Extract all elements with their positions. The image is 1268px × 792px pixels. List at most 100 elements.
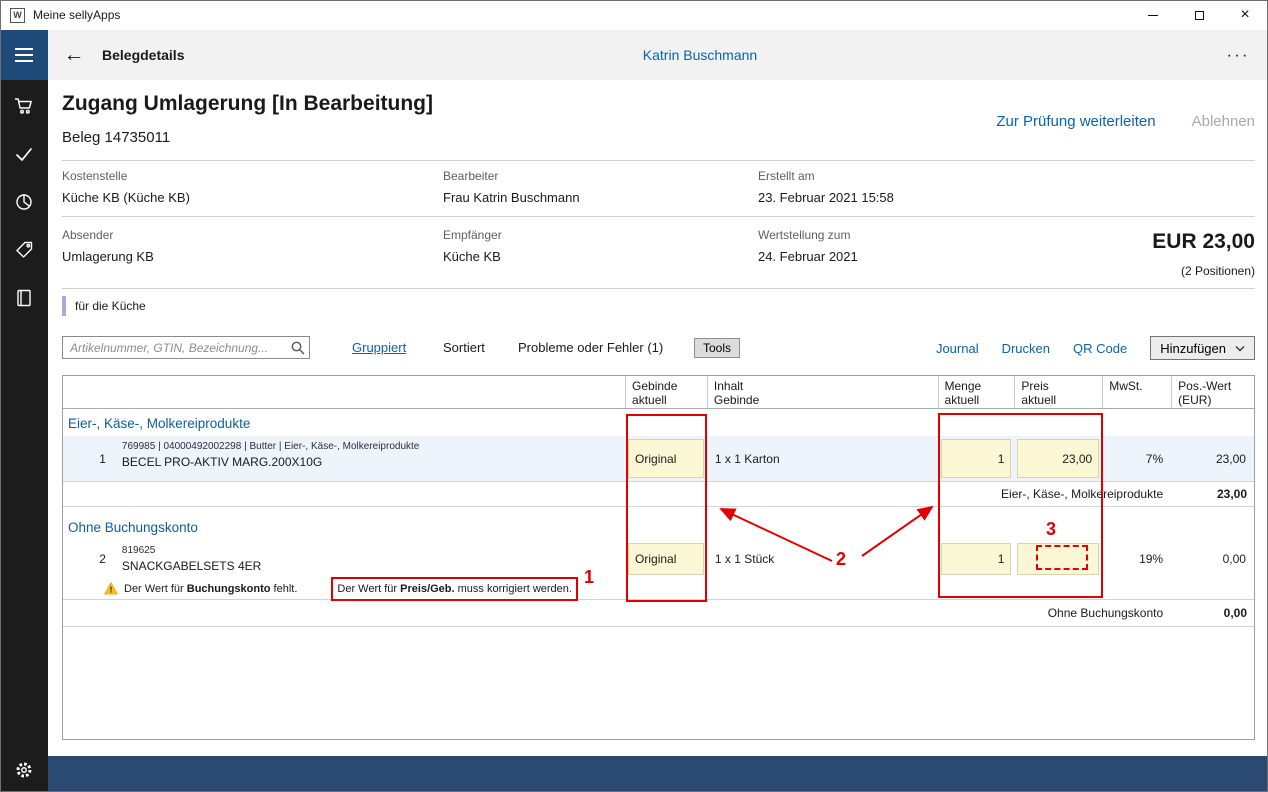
mwst-cell: 19%	[1102, 540, 1171, 578]
preis-cell-empty[interactable]	[1017, 543, 1099, 575]
field-label-erstellt-am: Erstellt am	[758, 169, 815, 183]
footer-bar	[48, 756, 1268, 792]
maximize-icon	[1195, 11, 1204, 20]
tag-icon	[14, 240, 34, 260]
gear-icon	[14, 760, 34, 780]
cart-icon	[14, 96, 34, 116]
article-meta: 769985 | 04000492002298 | Butter | Eier-…	[122, 441, 625, 452]
journal-link[interactable]: Journal	[936, 341, 979, 356]
poswert-cell: 23,00	[1171, 436, 1254, 481]
document-total: EUR 23,00	[1152, 230, 1255, 254]
mwst-cell: 7%	[1102, 436, 1171, 481]
reject-link[interactable]: Ablehnen	[1192, 110, 1255, 134]
tools-button[interactable]: Tools	[694, 338, 740, 358]
back-icon: ←	[64, 43, 85, 66]
gebinde-cell[interactable]: Original	[628, 543, 704, 575]
app-header: ← Belegdetails Katrin Buschmann ···	[0, 30, 1268, 80]
column-header-mwst: MwSt.	[1102, 376, 1171, 408]
print-link[interactable]: Drucken	[1002, 341, 1050, 356]
article-description: 769985 | 04000492002298 | Butter | Eier-…	[116, 436, 625, 481]
inhalt-gebinde-cell: 1 x 1 Karton	[707, 436, 938, 481]
hamburger-menu-button[interactable]	[0, 30, 48, 80]
minimize-icon	[1148, 15, 1158, 16]
table-header-row: Gebinde aktuell Inhalt Gebinde Menge akt…	[63, 376, 1254, 409]
field-value-empfaenger: Küche KB	[443, 249, 501, 264]
window-controls: ×	[1130, 0, 1268, 30]
close-icon: ×	[1240, 6, 1249, 24]
group-header-ohne-buchungskonto[interactable]: Ohne Buchungskonto	[63, 513, 1254, 540]
chevron-down-icon	[1235, 345, 1245, 352]
sidebar-item-settings[interactable]	[0, 748, 48, 792]
document-note: für die Küche	[62, 296, 146, 316]
table-row-position-1[interactable]: 1 769985 | 04000492002298 | Butter | Eie…	[63, 436, 1254, 482]
sidebar-item-cart[interactable]	[0, 84, 48, 128]
column-header-poswert: Pos.-Wert (EUR)	[1171, 376, 1254, 408]
document-title: Zugang Umlagerung [In Bearbeitung]	[62, 92, 433, 116]
subtotal-label: Ohne Buchungskonto	[63, 606, 1171, 620]
article-meta: 819625	[122, 545, 625, 556]
field-label-bearbeiter: Bearbeiter	[443, 169, 498, 183]
group-subtotal-row: Eier-, Käse-, Molkereiprodukte 23,00	[63, 482, 1254, 507]
qr-code-link[interactable]: QR Code	[1073, 341, 1127, 356]
forward-for-review-link[interactable]: Zur Prüfung weiterleiten	[996, 110, 1155, 134]
column-header-inhalt: Inhalt Gebinde	[707, 376, 938, 408]
sidebar-item-prices[interactable]	[0, 228, 48, 272]
field-value-absender: Umlagerung KB	[62, 249, 154, 264]
add-button[interactable]: Hinzufügen	[1150, 336, 1255, 360]
positions-count: (2 Positionen)	[1181, 264, 1255, 278]
minimize-button[interactable]	[1130, 0, 1176, 30]
sidebar-item-tasks[interactable]	[0, 132, 48, 176]
close-button[interactable]: ×	[1222, 0, 1268, 30]
row-number: 2	[63, 540, 116, 578]
positions-table: Gebinde aktuell Inhalt Gebinde Menge akt…	[62, 375, 1255, 740]
column-header-menge: Menge aktuell	[938, 376, 1015, 408]
maximize-button[interactable]	[1176, 0, 1222, 30]
more-options-button[interactable]: ···	[1218, 30, 1258, 80]
column-header-gebinde: Gebinde aktuell	[625, 376, 707, 408]
search-input[interactable]	[63, 337, 289, 358]
menge-cell[interactable]: 1	[941, 543, 1012, 575]
warning-text-preis: Der Wert für Preis/Geb. muss korrigiert …	[337, 583, 572, 595]
preis-cell[interactable]: 23,00	[1017, 439, 1099, 478]
field-label-kostenstelle: Kostenstelle	[62, 169, 127, 183]
back-button[interactable]: ←	[58, 30, 90, 80]
poswert-cell: 0,00	[1171, 540, 1254, 578]
divider	[62, 288, 1255, 289]
field-value-erstellt-am: 23. Februar 2021 15:58	[758, 190, 894, 205]
sidebar-item-journal[interactable]	[0, 276, 48, 320]
hamburger-icon	[15, 48, 33, 50]
ellipsis-icon: ···	[1227, 45, 1250, 64]
gebinde-cell[interactable]: Original	[628, 439, 704, 478]
search-icon[interactable]	[290, 340, 306, 356]
field-value-kostenstelle: Küche KB (Küche KB)	[62, 190, 190, 205]
document-number: Beleg 14735011	[62, 129, 170, 146]
sidebar-item-reports[interactable]	[0, 180, 48, 224]
window-title: Meine sellyApps	[33, 0, 120, 30]
menge-cell[interactable]: 1	[941, 439, 1012, 478]
column-header-preis: Preis aktuell	[1014, 376, 1102, 408]
field-value-wertstellung: 24. Februar 2021	[758, 249, 858, 264]
subtotal-value: 0,00	[1171, 606, 1254, 620]
inhalt-gebinde-cell: 1 x 1 Stück	[707, 540, 938, 578]
divider	[62, 216, 1255, 217]
sidebar	[0, 80, 48, 792]
current-user-link[interactable]: Katrin Buschmann	[570, 30, 830, 80]
article-name: SNACKGABELSETS 4ER	[122, 559, 625, 573]
subtotal-label: Eier-, Käse-, Molkereiprodukte	[63, 487, 1171, 501]
toolbar-right: Journal Drucken QR Code Hinzufügen	[936, 336, 1255, 360]
search-field	[62, 336, 310, 359]
pie-chart-icon	[14, 192, 34, 212]
article-description: 819625 SNACKGABELSETS 4ER	[116, 540, 625, 578]
problems-filter[interactable]: Probleme oder Fehler (1)	[518, 336, 663, 360]
sorted-toggle[interactable]: Sortiert	[443, 336, 485, 360]
article-name: BECEL PRO-AKTIV MARG.200X10G	[122, 455, 625, 469]
field-label-empfaenger: Empfänger	[443, 228, 502, 242]
field-label-wertstellung: Wertstellung zum	[758, 228, 850, 242]
add-button-label: Hinzufügen	[1160, 341, 1226, 356]
table-row-position-2[interactable]: 2 819625 SNACKGABELSETS 4ER Original 1 x…	[63, 540, 1254, 578]
group-subtotal-row: Ohne Buchungskonto 0,00	[63, 600, 1254, 627]
app-logo-icon: W	[10, 8, 25, 23]
divider	[62, 160, 1255, 161]
group-header-molkereiprodukte[interactable]: Eier-, Käse-, Molkereiprodukte	[63, 409, 1254, 436]
grouped-toggle[interactable]: Gruppiert	[352, 336, 406, 360]
